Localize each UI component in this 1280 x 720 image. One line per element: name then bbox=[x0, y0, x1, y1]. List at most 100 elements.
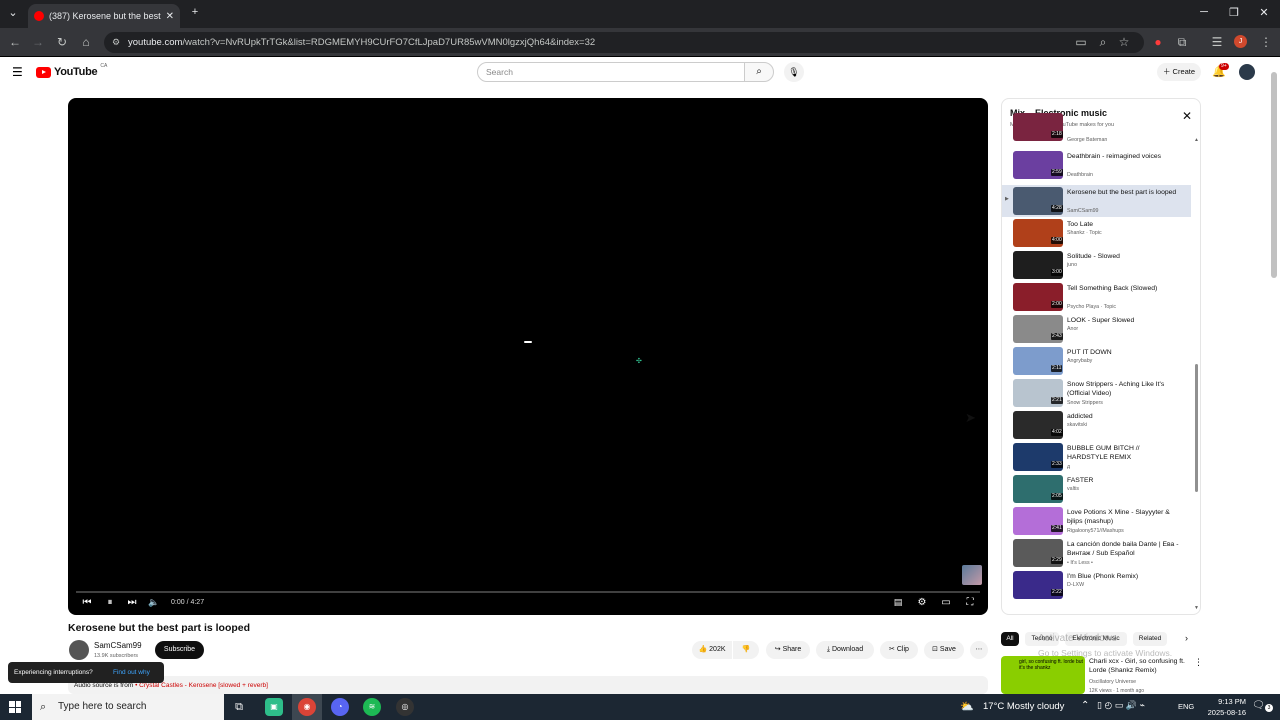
related-more-icon[interactable]: ⋮ bbox=[1194, 657, 1203, 668]
chip-all[interactable]: All bbox=[1001, 632, 1019, 646]
app-green-icon[interactable]: ▣ bbox=[265, 698, 283, 716]
tab-title: (387) Kerosene but the best part is loop… bbox=[49, 11, 161, 21]
playlist-item[interactable]: 2:22 I'm Blue (Phonk Remix) D-LXW bbox=[1002, 569, 1191, 601]
playlist-item[interactable]: 4:00 Too Late Shankz · Topic bbox=[1002, 217, 1191, 249]
restore-icon[interactable]: ❐ bbox=[1226, 6, 1242, 19]
home-icon[interactable]: ⌂ bbox=[78, 35, 94, 49]
playlist-scrollbar[interactable] bbox=[1195, 364, 1198, 492]
weather-icon: ⛅ bbox=[960, 701, 974, 713]
next-icon[interactable]: ⏭ bbox=[125, 597, 139, 608]
playlist-item[interactable]: 2:21 Snow Strippers - Aching Like It's (O… bbox=[1002, 377, 1191, 409]
profile-avatar[interactable]: J bbox=[1234, 35, 1247, 48]
site-info-icon[interactable]: ⚙ bbox=[112, 32, 120, 53]
thumbs-up-icon: 👍 bbox=[698, 646, 708, 653]
tray-icons[interactable]: ▯ ◴ ▭ 🔊 ⌁ bbox=[1097, 700, 1145, 711]
clip-button[interactable]: ✂ Clip bbox=[880, 641, 918, 659]
language-indicator[interactable]: ENG bbox=[1178, 702, 1194, 711]
playlist-item[interactable]: 2:41 Love Potions X Mine - Slayyyter & bj… bbox=[1002, 505, 1191, 537]
playlist-item[interactable]: 2:33 BUBBLE GUM BITCH // HARDSTYLE REMIX д bbox=[1002, 441, 1191, 473]
windows-start-icon[interactable] bbox=[9, 701, 21, 713]
save-button[interactable]: ⊡ Save bbox=[924, 641, 964, 659]
more-actions-icon[interactable]: ⋯ bbox=[970, 641, 988, 659]
weather-text[interactable]: 17°C Mostly cloudy bbox=[983, 701, 1064, 712]
playlist-item[interactable]: ▶ 4:28 Kerosene but the best part is loope… bbox=[1002, 185, 1191, 217]
discord-icon[interactable]: ◔ bbox=[331, 698, 349, 716]
hamburger-menu-icon[interactable]: ☰ bbox=[12, 65, 23, 79]
channel-avatar[interactable] bbox=[69, 640, 89, 660]
zoom-icon[interactable]: ⌕ bbox=[1095, 35, 1111, 50]
related-video-thumbnail[interactable]: girl, so confusing ft. lorde but it's th… bbox=[1001, 656, 1085, 694]
channel-name[interactable]: SamCSam99 bbox=[94, 641, 142, 650]
create-button[interactable]: ＋ Create bbox=[1157, 63, 1201, 81]
playlist-item-partial[interactable]: 2:18 George Bateman bbox=[1002, 113, 1191, 147]
download-button[interactable]: ⤓ Download bbox=[816, 641, 874, 659]
settings-gear-icon[interactable]: ⚙ bbox=[915, 597, 929, 608]
minimize-icon[interactable]: ─ bbox=[1196, 6, 1212, 18]
reload-icon[interactable]: ↻ bbox=[54, 35, 70, 49]
loading-indicator bbox=[524, 341, 532, 343]
volume-icon[interactable]: 🔈 bbox=[147, 597, 161, 608]
reading-list-icon[interactable]: ☰ bbox=[1209, 35, 1225, 49]
spotify-icon[interactable]: ≋ bbox=[363, 698, 381, 716]
url-field[interactable]: ⚙ youtube.com/watch?v=NvRUpkTrTGk&list=R… bbox=[104, 32, 1144, 53]
extension-icon[interactable]: ● bbox=[1150, 35, 1166, 49]
playlist-title-text: La canción donde baila Dante | Ева - Вин… bbox=[1067, 541, 1179, 557]
playlist-item[interactable]: 2:05 FASTER valtis bbox=[1002, 473, 1191, 505]
browser-tab[interactable]: (387) Kerosene but the best part is loop… bbox=[28, 4, 180, 28]
task-view-icon[interactable]: ⧉ bbox=[230, 698, 248, 716]
obs-icon[interactable]: ◎ bbox=[396, 698, 414, 716]
close-window-icon[interactable]: ✕ bbox=[1256, 6, 1272, 19]
clock-date: 2025-08-16 bbox=[1207, 708, 1246, 717]
subtitles-icon[interactable]: ▤ bbox=[891, 597, 905, 608]
playlist-item[interactable]: 2:43 LOOK - Super Slowed Anor bbox=[1002, 313, 1191, 345]
fullscreen-icon[interactable]: ⛶ bbox=[963, 597, 977, 608]
playlist-item[interactable]: 2:00 Tell Something Back (Slowed) Psycho P… bbox=[1002, 281, 1191, 313]
cast-icon[interactable]: ▭ bbox=[1073, 35, 1089, 49]
tab-search-icon[interactable]: ⌄ bbox=[5, 6, 21, 19]
search-input[interactable]: Search bbox=[477, 62, 745, 82]
playlist-channel: Deathbrain bbox=[1067, 172, 1093, 178]
scroll-down-arrow-icon[interactable]: ▼ bbox=[1194, 605, 1199, 611]
theater-mode-icon[interactable]: ▭ bbox=[939, 597, 953, 608]
playlist-channel: George Bateman bbox=[1067, 137, 1108, 143]
menu-dots-icon[interactable]: ⋮ bbox=[1258, 35, 1274, 49]
extensions-puzzle-icon[interactable]: ⧉ bbox=[1174, 35, 1190, 50]
tray-overflow-icon[interactable]: ⌃ bbox=[1081, 700, 1089, 711]
pause-icon[interactable]: ⏸ bbox=[103, 597, 117, 608]
previous-icon[interactable]: ⏮ bbox=[80, 597, 94, 608]
close-tab-icon[interactable]: ✕ bbox=[166, 11, 174, 22]
thumbs-down-icon: 👎 bbox=[741, 646, 751, 653]
chips-next-arrow-icon[interactable]: › bbox=[1185, 633, 1188, 643]
scroll-up-arrow-icon[interactable]: ▲ bbox=[1194, 137, 1199, 143]
playlist-item[interactable]: 2:59 Deathbrain - reimagined voices Deathb… bbox=[1002, 149, 1191, 181]
description-link[interactable]: • Crystal Castles - Kerosene [slowed + r… bbox=[135, 682, 268, 689]
account-avatar[interactable] bbox=[1239, 64, 1255, 80]
taskbar-search[interactable]: ⌕ Type here to search bbox=[32, 694, 224, 720]
back-icon[interactable]: ← bbox=[7, 35, 23, 49]
playlist-item[interactable]: 4:02 addicted skavitski bbox=[1002, 409, 1191, 441]
dislike-button[interactable]: 👎 bbox=[733, 641, 759, 659]
playlist-item[interactable]: 2:11 PUT IT DOWN Angrybaby bbox=[1002, 345, 1191, 377]
subscribe-button[interactable]: Subscribe bbox=[155, 641, 204, 659]
description-box[interactable]: Audio source is from • Crystal Castles -… bbox=[68, 676, 988, 694]
playlist-item[interactable]: 3:00 Solitude - Slowed juno bbox=[1002, 249, 1191, 281]
video-player[interactable]: ✣ ⏮ ⏸ ⏭ 🔈 0:00 / 4:27 ▤ ⚙ ▭ ⛶ bbox=[68, 98, 988, 615]
channel-watermark[interactable] bbox=[962, 565, 982, 585]
notifications-icon[interactable]: 🗨 bbox=[1252, 700, 1265, 711]
search-button[interactable]: ⌕ bbox=[744, 62, 774, 82]
voice-search-button[interactable]: 🎙 bbox=[784, 62, 804, 82]
download-label: Download bbox=[831, 646, 864, 653]
youtube-logo[interactable]: YouTube CA bbox=[36, 63, 107, 78]
clock[interactable]: 9:13 PM 2025-08-16 bbox=[1196, 696, 1246, 718]
forward-icon[interactable]: → bbox=[30, 35, 46, 49]
like-button[interactable]: 👍 202K bbox=[692, 641, 732, 659]
page-scrollbar[interactable] bbox=[1271, 72, 1277, 278]
share-button[interactable]: ↪ Share bbox=[766, 641, 810, 659]
progress-bar[interactable] bbox=[76, 591, 980, 593]
new-tab-button[interactable]: + bbox=[187, 6, 203, 18]
bookmark-star-icon[interactable]: ☆ bbox=[1116, 35, 1132, 49]
url-host: youtube.com bbox=[128, 37, 183, 48]
toast-link[interactable]: Find out why bbox=[113, 662, 150, 683]
playlist-item[interactable]: 2:29 La canción donde baila Dante | Ева -… bbox=[1002, 537, 1191, 569]
chrome-icon[interactable]: ◉ bbox=[298, 698, 316, 716]
